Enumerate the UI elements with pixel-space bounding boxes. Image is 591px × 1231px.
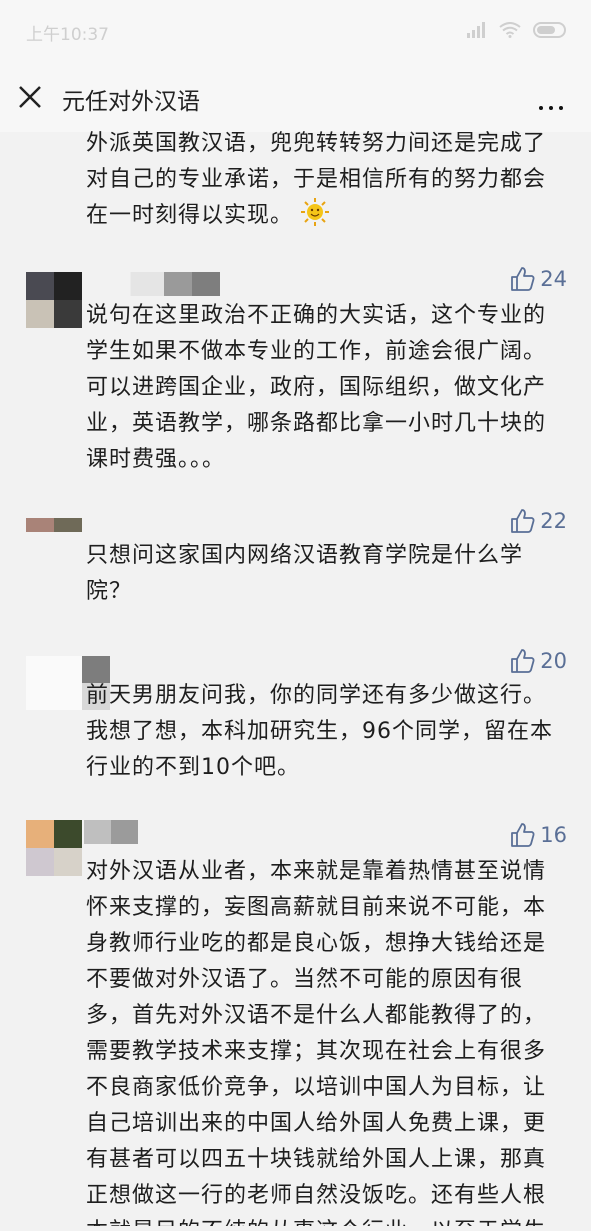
avatar[interactable] bbox=[26, 272, 82, 328]
battery-icon bbox=[533, 22, 566, 38]
comment-text: 说句在这里政治不正确的大实话，这个专业的学生如果不做本专业的工作，前途会很广阔。… bbox=[86, 303, 547, 472]
avatar[interactable] bbox=[26, 820, 82, 876]
status-bar: 上午10:37 bbox=[0, 0, 591, 62]
status-time: 上午10:37 bbox=[26, 25, 109, 45]
page-title: 元任对外汉语 bbox=[62, 89, 200, 115]
like-button[interactable]: 20 bbox=[510, 648, 567, 674]
username-blurred bbox=[84, 820, 138, 844]
more-icon[interactable] bbox=[533, 95, 563, 114]
intro-text: 外派英国教汉语，兜兜转转努力间还是完成了对自己的专业承诺，于是相信所有的努力都会… bbox=[86, 131, 547, 228]
comment-text: 只想问这家国内网络汉语教育学院是什么学院？ bbox=[86, 543, 524, 604]
wifi-icon bbox=[499, 22, 521, 38]
username-blurred bbox=[108, 272, 220, 296]
like-button[interactable]: 16 bbox=[510, 822, 567, 848]
avatar[interactable] bbox=[26, 518, 82, 546]
thumbs-up-icon bbox=[511, 649, 535, 673]
like-button[interactable]: 22 bbox=[510, 508, 567, 534]
like-count: 16 bbox=[540, 823, 567, 847]
thumbs-up-icon bbox=[511, 267, 535, 291]
header-bar: 元任对外汉语 bbox=[0, 62, 591, 132]
status-icons bbox=[467, 22, 569, 38]
like-count: 20 bbox=[540, 649, 567, 673]
like-count: 22 bbox=[540, 509, 567, 533]
sun-emoji-icon bbox=[301, 198, 330, 226]
like-button[interactable]: 24 bbox=[510, 266, 567, 292]
close-icon[interactable] bbox=[16, 83, 44, 111]
thumbs-up-icon bbox=[511, 509, 535, 533]
signal-icon bbox=[467, 22, 485, 38]
thumbs-up-icon bbox=[511, 823, 535, 847]
comment-text: 前天男朋友问我，你的同学还有多少做这行。我想了想，本科加研究生，96个同学，留在… bbox=[86, 683, 553, 780]
comment-text: 对外汉语从业者，本来就是靠着热情甚至说情怀来支撑的，妄图高薪就目前来说不可能，本… bbox=[86, 859, 547, 1226]
like-count: 24 bbox=[540, 267, 567, 291]
